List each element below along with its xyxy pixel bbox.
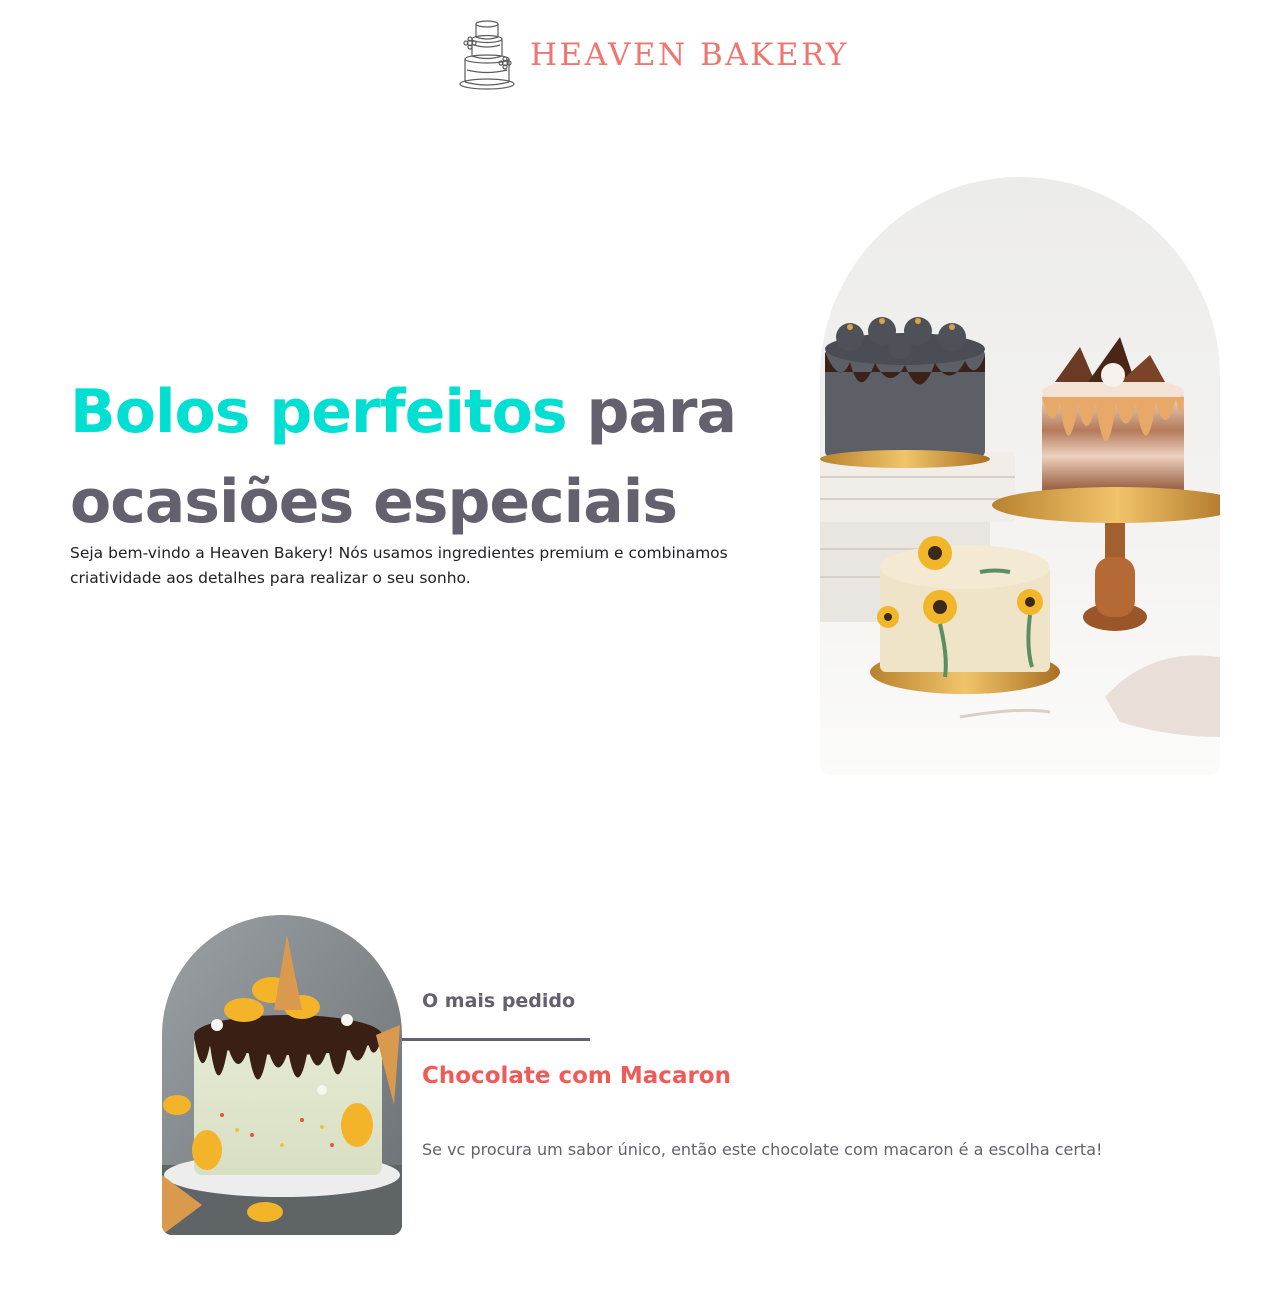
- tiered-cake-icon: [456, 18, 518, 92]
- hero-title: Bolos perfeitos para ocasiões especiais: [70, 367, 790, 547]
- brand-logo[interactable]: HEAVEN BAKERY: [456, 18, 849, 92]
- hero-cakes-image: [820, 177, 1220, 775]
- featured-description: Se vc procura um sabor único, então este…: [422, 1140, 1103, 1159]
- hero-title-accent: Bolos perfeitos: [70, 377, 568, 447]
- landing-page: HEAVEN BAKERY Bolos perfeitos para ocasi…: [0, 0, 1275, 1305]
- hero-description: Seja bem-vindo a Heaven Bakery! Nós usam…: [70, 544, 728, 587]
- featured-cake-image: [162, 915, 402, 1235]
- brand-name: HEAVEN BAKERY: [530, 37, 849, 73]
- featured-title: Chocolate com Macaron: [422, 1063, 731, 1089]
- featured-eyebrow: O mais pedido: [422, 990, 576, 1012]
- featured-divider: [402, 1038, 590, 1041]
